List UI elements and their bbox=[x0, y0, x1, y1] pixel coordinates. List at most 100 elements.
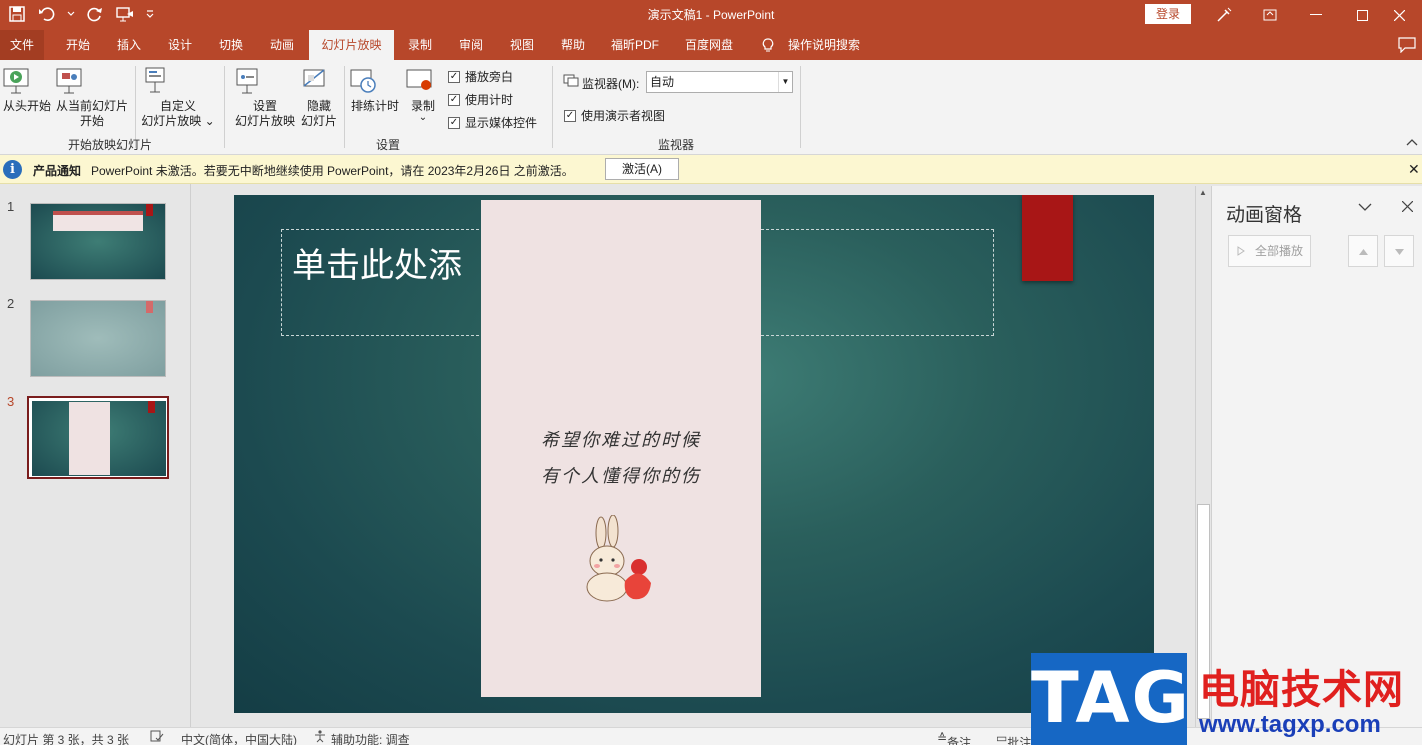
checkmark-icon: ✓ bbox=[564, 109, 576, 122]
vertical-scrollbar[interactable]: ▲ bbox=[1195, 186, 1211, 727]
custom-slideshow-icon bbox=[140, 66, 216, 96]
tell-me-label: 操作说明搜索 bbox=[788, 38, 861, 52]
info-icon: i bbox=[3, 160, 22, 179]
start-slideshow-icon[interactable] bbox=[114, 3, 136, 25]
tell-me-search[interactable]: 操作说明搜索 bbox=[756, 30, 864, 60]
from-current-label-1: 从当前幻灯片 bbox=[55, 99, 128, 113]
slide-thumbnail-2[interactable] bbox=[30, 300, 166, 377]
tab-home[interactable]: 开始 bbox=[56, 30, 100, 60]
use-timings-label: 使用计时 bbox=[465, 93, 514, 107]
slide-thumbnail-1[interactable] bbox=[30, 203, 166, 280]
comments-icon[interactable] bbox=[1398, 37, 1416, 53]
notes-button[interactable]: ≙ 备注 bbox=[937, 731, 971, 745]
minimize-icon[interactable] bbox=[1293, 0, 1339, 30]
notice-title: 产品通知 bbox=[33, 164, 82, 178]
spell-check-icon[interactable] bbox=[150, 730, 164, 742]
login-button[interactable]: 登录 bbox=[1145, 4, 1191, 24]
triangle-up-icon bbox=[1359, 249, 1368, 255]
watermark-site-name: 电脑技术网 bbox=[1199, 668, 1404, 712]
from-beginning-label: 从头开始 bbox=[2, 99, 51, 113]
thumbnail-red-mark bbox=[146, 204, 153, 216]
pen-icon[interactable] bbox=[1201, 0, 1247, 30]
from-current-slide-button[interactable]: 从当前幻灯片 开始 bbox=[54, 66, 130, 129]
tab-insert[interactable]: 插入 bbox=[107, 30, 151, 60]
comments-label: 批注 bbox=[1007, 736, 1032, 745]
hide-slide-button[interactable]: 隐藏 幻灯片 bbox=[298, 66, 340, 129]
play-icon bbox=[1237, 246, 1245, 256]
accessibility-status[interactable]: 辅助功能: 调查 bbox=[331, 731, 410, 745]
from-beginning-button[interactable]: 从头开始 bbox=[2, 66, 52, 114]
play-narrations-checkbox[interactable]: ✓ 播放旁白 bbox=[448, 68, 513, 85]
use-timings-checkbox[interactable]: ✓ 使用计时 bbox=[448, 91, 513, 108]
close-icon[interactable] bbox=[1376, 0, 1422, 30]
tab-foxit-pdf[interactable]: 福昕PDF bbox=[603, 30, 667, 60]
slide-thumbnails-pane: 1 2 3 bbox=[0, 184, 191, 727]
activate-button[interactable]: 激活(A) bbox=[605, 158, 679, 180]
slide-thumbnail-3-selected[interactable] bbox=[27, 396, 169, 479]
show-media-controls-checkbox[interactable]: ✓ 显示媒体控件 bbox=[448, 114, 537, 131]
separator bbox=[800, 66, 801, 148]
red-bookmark-shape[interactable] bbox=[1022, 195, 1073, 281]
site-watermark: TAG 电脑技术网 www.tagxp.com bbox=[1031, 653, 1422, 745]
redo-icon[interactable] bbox=[84, 3, 106, 25]
move-down-button[interactable] bbox=[1384, 235, 1414, 267]
tab-view[interactable]: 视图 bbox=[500, 30, 544, 60]
tab-review[interactable]: 审阅 bbox=[449, 30, 493, 60]
close-pane-icon[interactable] bbox=[1402, 201, 1413, 212]
poster-image[interactable]: 希望你难过的时候 有个人懂得你的伤 bbox=[481, 200, 761, 697]
tab-transitions[interactable]: 切换 bbox=[209, 30, 253, 60]
presenter-view-label: 使用演示者视图 bbox=[581, 109, 666, 123]
scroll-up-icon[interactable]: ▲ bbox=[1199, 188, 1207, 197]
customize-qat-icon[interactable] bbox=[144, 3, 156, 25]
ribbon-tabs: 文件 开始 插入 设计 切换 动画 幻灯片放映 录制 审阅 视图 帮助 福昕PD… bbox=[0, 30, 1422, 60]
accessibility-icon bbox=[313, 730, 327, 743]
move-up-button[interactable] bbox=[1348, 235, 1378, 267]
animation-pane: 动画窗格 全部播放 bbox=[1211, 186, 1422, 727]
tab-record[interactable]: 录制 bbox=[398, 30, 442, 60]
save-icon[interactable] bbox=[6, 3, 28, 25]
tab-slideshow[interactable]: 幻灯片放映 bbox=[309, 30, 394, 60]
comments-button[interactable]: ▭ 批注 bbox=[996, 731, 1031, 745]
poster-text-line-2: 有个人懂得你的伤 bbox=[541, 466, 701, 487]
checkmark-icon: ✓ bbox=[448, 70, 460, 83]
play-narrations-label: 播放旁白 bbox=[465, 70, 514, 84]
setup-slideshow-label-2: 幻灯片放映 bbox=[234, 114, 295, 128]
watermark-tag-box: TAG bbox=[1031, 653, 1189, 745]
setup-slideshow-button[interactable]: 设置 幻灯片放映 bbox=[232, 66, 298, 129]
hide-slide-label-1: 隐藏 bbox=[306, 99, 331, 113]
chevron-down-icon[interactable] bbox=[1358, 202, 1372, 212]
ribbon-display-options-icon[interactable] bbox=[1247, 0, 1293, 30]
record-icon bbox=[404, 66, 442, 96]
thumbnail-red-mark bbox=[148, 401, 155, 413]
tab-help[interactable]: 帮助 bbox=[551, 30, 595, 60]
custom-slideshow-button[interactable]: 自定义 幻灯片放映 ⌄ bbox=[140, 66, 216, 129]
setup-slideshow-icon bbox=[232, 66, 298, 96]
checkmark-icon: ✓ bbox=[448, 116, 460, 129]
monitor-select[interactable]: 自动 ▼ bbox=[646, 71, 793, 93]
collapse-ribbon-icon[interactable] bbox=[1406, 138, 1418, 146]
play-all-button[interactable]: 全部播放 bbox=[1228, 235, 1311, 267]
tab-design[interactable]: 设计 bbox=[158, 30, 202, 60]
tab-baidu-netdisk[interactable]: 百度网盘 bbox=[675, 30, 743, 60]
title-placeholder-text: 单击此处添 bbox=[292, 246, 462, 286]
show-media-controls-label: 显示媒体控件 bbox=[465, 116, 538, 130]
rehearse-timings-button[interactable]: 排练计时 bbox=[348, 66, 402, 114]
monitor-icon bbox=[563, 74, 579, 88]
chevron-down-icon: ▼ bbox=[778, 72, 792, 92]
separator bbox=[224, 66, 225, 148]
setup-slideshow-label-1: 设置 bbox=[252, 99, 277, 113]
record-button[interactable]: 录制 ⌄ bbox=[404, 66, 442, 123]
tab-animations[interactable]: 动画 bbox=[260, 30, 304, 60]
presenter-view-checkbox[interactable]: ✓ 使用演示者视图 bbox=[564, 107, 665, 124]
product-notice-bar: i 产品通知 PowerPoint 未激活。若要无中断地继续使用 PowerPo… bbox=[0, 155, 1422, 184]
undo-dropdown-icon[interactable] bbox=[66, 3, 76, 25]
tab-file[interactable]: 文件 bbox=[0, 30, 44, 60]
rehearse-timings-icon bbox=[348, 66, 402, 96]
undo-icon[interactable] bbox=[36, 3, 58, 25]
close-notice-icon[interactable]: ✕ bbox=[1408, 161, 1420, 178]
poster-text-line-1: 希望你难过的时候 bbox=[541, 430, 701, 451]
slide-canvas[interactable]: 单击此处添 希望你难过的时候 有个人懂得你的伤 bbox=[234, 195, 1154, 713]
language-status[interactable]: 中文(简体，中国大陆) bbox=[181, 731, 297, 745]
quick-access-toolbar bbox=[6, 3, 156, 25]
chevron-down-icon: ⌄ bbox=[418, 112, 428, 123]
